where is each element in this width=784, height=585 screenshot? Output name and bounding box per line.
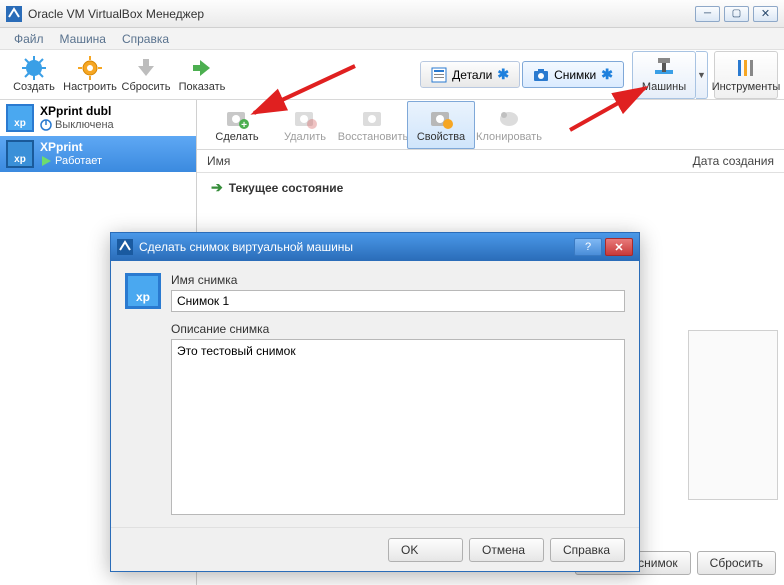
tree-current-state[interactable]: ➔ Текущее состояние xyxy=(211,179,770,196)
right-arrow-icon xyxy=(190,56,214,80)
gear-icon xyxy=(78,56,102,80)
close-icon[interactable]: ✱ xyxy=(497,66,509,83)
machines-tool[interactable]: Машины xyxy=(632,51,696,99)
clone-snapshot-button: Клонировать xyxy=(475,101,543,149)
svg-text:+: + xyxy=(241,120,247,130)
snapshot-properties-button[interactable]: Свойства xyxy=(407,101,475,149)
machines-dropdown[interactable]: ▼ xyxy=(696,51,708,99)
minimize-button[interactable]: ─ xyxy=(695,6,720,22)
snapshot-desc-label: Описание снимка xyxy=(171,322,625,336)
window-titlebar: Oracle VM VirtualBox Менеджер ─ ▢ ✕ xyxy=(0,0,784,28)
settings-button[interactable]: Настроить xyxy=(62,51,118,99)
tab-snapshots[interactable]: Снимки ✱ xyxy=(522,61,624,88)
vm-state: Выключена xyxy=(40,118,114,132)
dialog-help-button[interactable]: Справка xyxy=(550,538,625,562)
vm-state: Работает xyxy=(40,154,102,168)
menu-file[interactable]: Файл xyxy=(6,30,52,48)
arrow-icon: ➔ xyxy=(211,179,223,196)
vm-os-icon: xp xyxy=(6,104,34,132)
tab-details[interactable]: Детали ✱ xyxy=(420,61,520,88)
camera-gear-icon xyxy=(429,106,453,130)
delete-snapshot-button: Удалить xyxy=(271,101,339,149)
hammer-icon xyxy=(652,56,676,80)
camera-minus-icon xyxy=(293,106,317,130)
snapshot-desc-textarea[interactable] xyxy=(171,339,625,515)
down-arrow-icon xyxy=(134,56,158,80)
sheep-icon xyxy=(497,106,521,130)
discard-button[interactable]: Сбросить xyxy=(118,51,174,99)
maximize-button[interactable]: ▢ xyxy=(724,6,749,22)
vm-list-item[interactable]: xp XPprint dubl Выключена xyxy=(0,100,196,136)
main-toolbar: Создать Настроить Сбросить Показать Дета… xyxy=(0,50,784,100)
vm-os-icon: xp xyxy=(125,273,161,309)
svg-text:xp: xp xyxy=(14,154,26,165)
camera-icon xyxy=(533,67,549,83)
window-title: Oracle VM VirtualBox Менеджер xyxy=(28,7,695,21)
snapshot-columns: Имя Дата создания xyxy=(197,150,784,173)
close-icon[interactable]: ✱ xyxy=(601,66,613,83)
dialog-ok-button[interactable]: OK xyxy=(388,538,463,562)
column-name[interactable]: Имя xyxy=(207,154,693,168)
take-snapshot-button[interactable]: + Сделать xyxy=(203,101,271,149)
svg-text:xp: xp xyxy=(14,118,26,129)
dialog-titlebar[interactable]: Сделать снимок виртуальной машины ? ✕ xyxy=(111,233,639,261)
vm-os-icon: xp xyxy=(6,140,34,168)
take-snapshot-dialog: Сделать снимок виртуальной машины ? ✕ xp… xyxy=(110,232,640,572)
camera-plus-icon: + xyxy=(225,106,249,130)
camera-rewind-icon xyxy=(361,106,385,130)
menu-help[interactable]: Справка xyxy=(114,30,177,48)
starburst-icon xyxy=(22,56,46,80)
dialog-cancel-button[interactable]: Отмена xyxy=(469,538,544,562)
vm-name: XPprint dubl xyxy=(40,104,114,118)
running-icon xyxy=(40,155,52,167)
svg-text:xp: xp xyxy=(136,290,150,304)
snapshot-name-label: Имя снимка xyxy=(171,273,625,287)
menubar: Файл Машина Справка xyxy=(0,28,784,50)
restore-snapshot-button: Восстановить xyxy=(339,101,407,149)
show-button[interactable]: Показать xyxy=(174,51,230,99)
dialog-title: Сделать снимок виртуальной машины xyxy=(139,240,574,254)
dialog-help-button[interactable]: ? xyxy=(574,238,602,256)
virtualbox-icon xyxy=(6,6,22,22)
tools-tool[interactable]: Инструменты xyxy=(714,51,778,99)
discard-bottom-button[interactable]: Сбросить xyxy=(697,551,776,575)
toolbox-icon xyxy=(734,56,758,80)
menu-machine[interactable]: Машина xyxy=(52,30,114,48)
close-button[interactable]: ✕ xyxy=(753,6,778,22)
vm-name: XPprint xyxy=(40,140,102,154)
description-panel xyxy=(688,330,778,500)
details-icon xyxy=(431,67,447,83)
power-off-icon xyxy=(40,119,52,131)
vm-list-item[interactable]: xp XPprint Работает xyxy=(0,136,196,172)
dialog-close-button[interactable]: ✕ xyxy=(605,238,633,256)
column-date[interactable]: Дата создания xyxy=(693,154,774,168)
create-button[interactable]: Создать xyxy=(6,51,62,99)
snapshot-name-input[interactable] xyxy=(171,290,625,312)
virtualbox-icon xyxy=(117,239,133,255)
